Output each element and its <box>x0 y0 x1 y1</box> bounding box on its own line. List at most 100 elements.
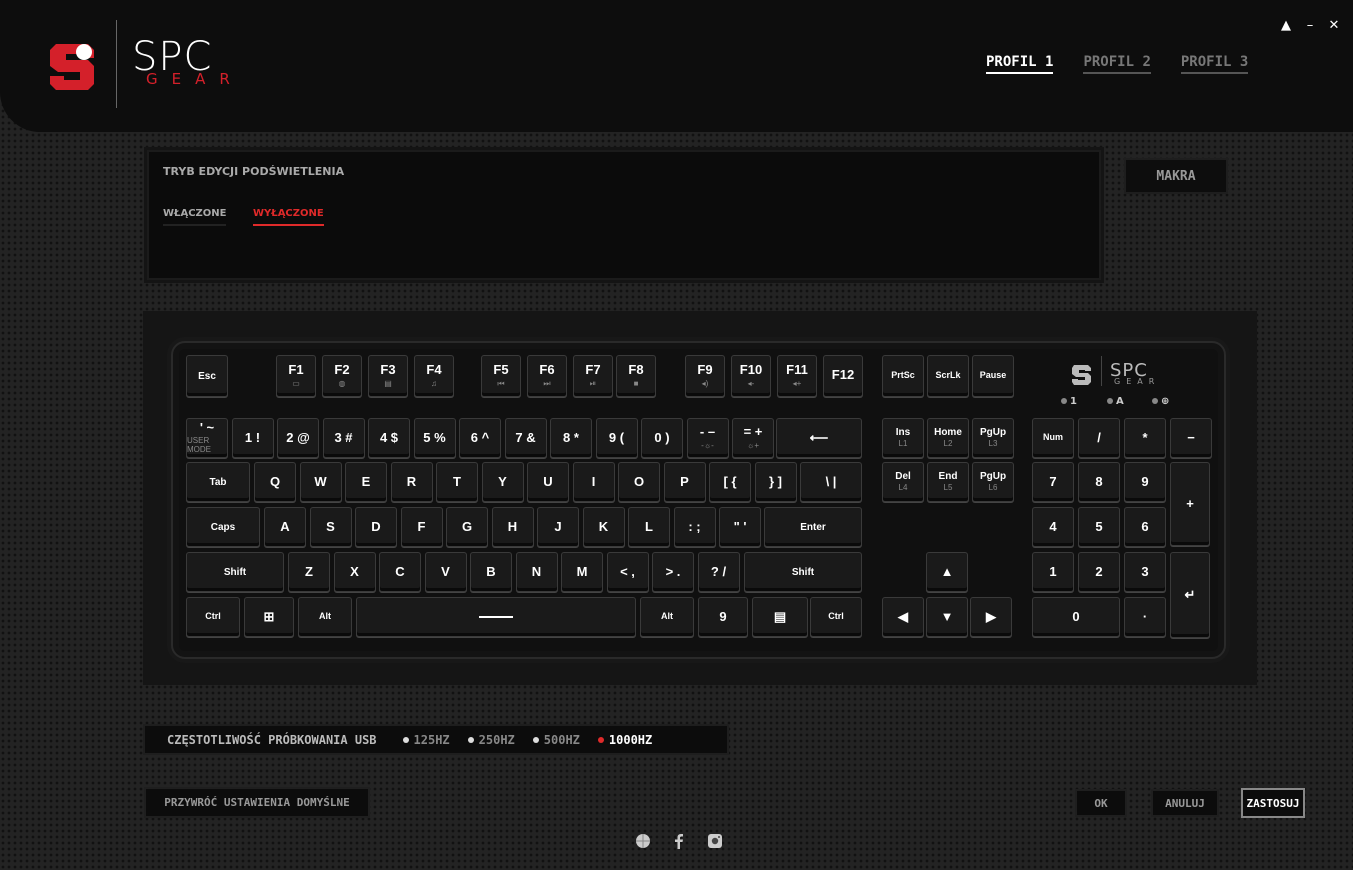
restore-defaults-button[interactable]: PRZYWRÓĆ USTAWIENIA DOMYŚLNE <box>144 787 370 818</box>
key-num-row-6[interactable]: 6 ^ <box>459 418 501 458</box>
globe-icon[interactable] <box>634 832 652 850</box>
key-pgup-bottom[interactable]: PgUp L6 <box>972 462 1014 502</box>
key-q-row-11[interactable]: } ] <box>754 462 797 502</box>
key-f6[interactable]: F6 ⏭ <box>527 355 567 397</box>
apply-button[interactable]: ZASTOSUJ <box>1241 788 1305 818</box>
key-z-row-7[interactable]: < , <box>606 552 649 592</box>
key-a-row-3[interactable]: F <box>400 507 443 547</box>
key-numpad-dot[interactable]: · <box>1124 597 1166 637</box>
key-numpad-plus[interactable]: + <box>1170 462 1210 546</box>
key-caps[interactable]: Caps <box>186 507 260 547</box>
key-num-row-1[interactable]: 1 ! <box>231 418 274 458</box>
key-q-row-3[interactable]: R <box>390 462 433 502</box>
key-a-row-4[interactable]: G <box>446 507 488 547</box>
key-f12[interactable]: F12 <box>823 355 863 397</box>
key-z-row-8[interactable]: > . <box>652 552 694 592</box>
close-icon[interactable]: ✕ <box>1327 18 1341 33</box>
key-numpad-5[interactable]: 5 <box>1078 507 1120 547</box>
key-num-row-11[interactable]: - – -☼- <box>686 418 729 458</box>
key-numpad-enter[interactable]: ↵ <box>1170 552 1210 638</box>
minimize-icon[interactable]: – <box>1303 18 1317 33</box>
key-num-row-2[interactable]: 2 @ <box>277 418 319 458</box>
key-num-row-9[interactable]: 9 ( <box>595 418 638 458</box>
key-arrow-left[interactable]: ◀ <box>882 597 924 637</box>
key-q-row-8[interactable]: O <box>618 462 660 502</box>
key-a-row-10[interactable]: " ' <box>719 507 761 547</box>
key-arrow-right[interactable]: ▶ <box>970 597 1012 637</box>
key-num-row-5[interactable]: 5 % <box>413 418 456 458</box>
key-a-row-7[interactable]: K <box>582 507 625 547</box>
facebook-icon[interactable] <box>670 832 688 850</box>
key-numpad-2[interactable]: 2 <box>1078 552 1120 592</box>
key-num-row-12[interactable]: = + ☼+ <box>732 418 774 458</box>
key-z-row-6[interactable]: M <box>561 552 603 592</box>
key-f11[interactable]: F11 ◂+ <box>777 355 817 397</box>
key-left-ctrl[interactable]: Ctrl <box>186 597 240 637</box>
key-f8[interactable]: F8 ■ <box>616 355 656 397</box>
key-f7[interactable]: F7 ⏯ <box>573 355 613 397</box>
key-f5[interactable]: F5 ⏮ <box>481 355 521 397</box>
tab-profile-3[interactable]: PROFIL 3 <box>1180 54 1249 74</box>
tab-profile-2[interactable]: PROFIL 2 <box>1083 54 1151 74</box>
backlight-on-option[interactable]: WŁĄCZONE <box>163 208 227 226</box>
key-numpad-4[interactable]: 4 <box>1032 507 1074 547</box>
key-q-row-5[interactable]: Y <box>481 462 524 502</box>
ok-button[interactable]: OK <box>1075 789 1127 817</box>
key-num-row-10[interactable]: 0 ) <box>641 418 683 458</box>
key-z-row-3[interactable]: V <box>424 552 467 592</box>
key-numpad-top-0[interactable]: Num <box>1032 418 1074 458</box>
key-a-row-0[interactable]: A <box>264 507 306 547</box>
key-end-bottom[interactable]: End L5 <box>927 462 969 502</box>
key-pause[interactable]: Pause <box>972 355 1014 397</box>
key-z-row-5[interactable]: N <box>515 552 558 592</box>
key-a-row-5[interactable]: H <box>491 507 534 547</box>
key-z-row-4[interactable]: B <box>470 552 512 592</box>
key-fn[interactable]: 9 <box>698 597 748 637</box>
key-z-row-1[interactable]: X <box>333 552 376 592</box>
key-win[interactable]: ⊞ <box>244 597 294 637</box>
key-num-row-3[interactable]: 3 # <box>322 418 365 458</box>
cancel-button[interactable]: ANULUJ <box>1151 789 1219 817</box>
key-right-alt[interactable]: Alt <box>640 597 694 637</box>
key-space[interactable] <box>356 597 636 637</box>
key-z-row-9[interactable]: ? / <box>697 552 740 592</box>
key-f10[interactable]: F10 ◂- <box>731 355 771 397</box>
key-right-ctrl[interactable]: Ctrl <box>810 597 862 637</box>
key-a-row-8[interactable]: L <box>628 507 670 547</box>
key-home-top[interactable]: Home L2 <box>927 418 969 458</box>
key-q-row-1[interactable]: W <box>299 462 342 502</box>
key-numpad-0[interactable]: 0 <box>1032 597 1120 637</box>
backlight-off-option[interactable]: WYŁĄCZONE <box>253 208 324 226</box>
key-ins-top[interactable]: Ins L1 <box>882 418 924 458</box>
key-f2[interactable]: F2 ◍ <box>322 355 362 397</box>
key-num-row-8[interactable]: 8 * <box>550 418 592 458</box>
key-z-row-2[interactable]: C <box>379 552 421 592</box>
key-q-row-12[interactable]: \ | <box>800 462 862 502</box>
key-f9[interactable]: F9 ◂) <box>685 355 725 397</box>
key-num-row-7[interactable]: 7 & <box>504 418 547 458</box>
key-backspace[interactable]: ⟵ <box>776 418 862 458</box>
key-q-row-7[interactable]: I <box>572 462 615 502</box>
key-numpad-1[interactable]: 1 <box>1032 552 1074 592</box>
instagram-icon[interactable] <box>706 832 724 850</box>
key-a-row-6[interactable]: J <box>537 507 579 547</box>
rate-1000[interactable]: 1000HZ <box>597 733 652 747</box>
key-prtsc[interactable]: PrtSc <box>882 355 924 397</box>
key-q-row-10[interactable]: [ { <box>709 462 751 502</box>
key-a-row-2[interactable]: D <box>355 507 397 547</box>
key-scrlk[interactable]: ScrLk <box>927 355 969 397</box>
rate-125[interactable]: 125HZ <box>402 733 450 747</box>
key-z-row-0[interactable]: Z <box>288 552 330 592</box>
key-f1[interactable]: F1 ▭ <box>276 355 316 397</box>
key-right-shift[interactable]: Shift <box>744 552 862 592</box>
key-a-row-9[interactable]: : ; <box>673 507 716 547</box>
key-numpad-3[interactable]: 3 <box>1124 552 1166 592</box>
key-tab[interactable]: Tab <box>186 462 250 502</box>
key-q-row-4[interactable]: T <box>436 462 478 502</box>
key-numpad-top-3[interactable]: − <box>1170 418 1212 458</box>
key-left-shift[interactable]: Shift <box>186 552 284 592</box>
key-arrow-up[interactable]: ▲ <box>926 552 968 592</box>
key-pgup-top[interactable]: PgUp L3 <box>972 418 1014 458</box>
key-f4[interactable]: F4 ♫ <box>414 355 454 397</box>
key-menu[interactable]: ▤ <box>752 597 808 637</box>
